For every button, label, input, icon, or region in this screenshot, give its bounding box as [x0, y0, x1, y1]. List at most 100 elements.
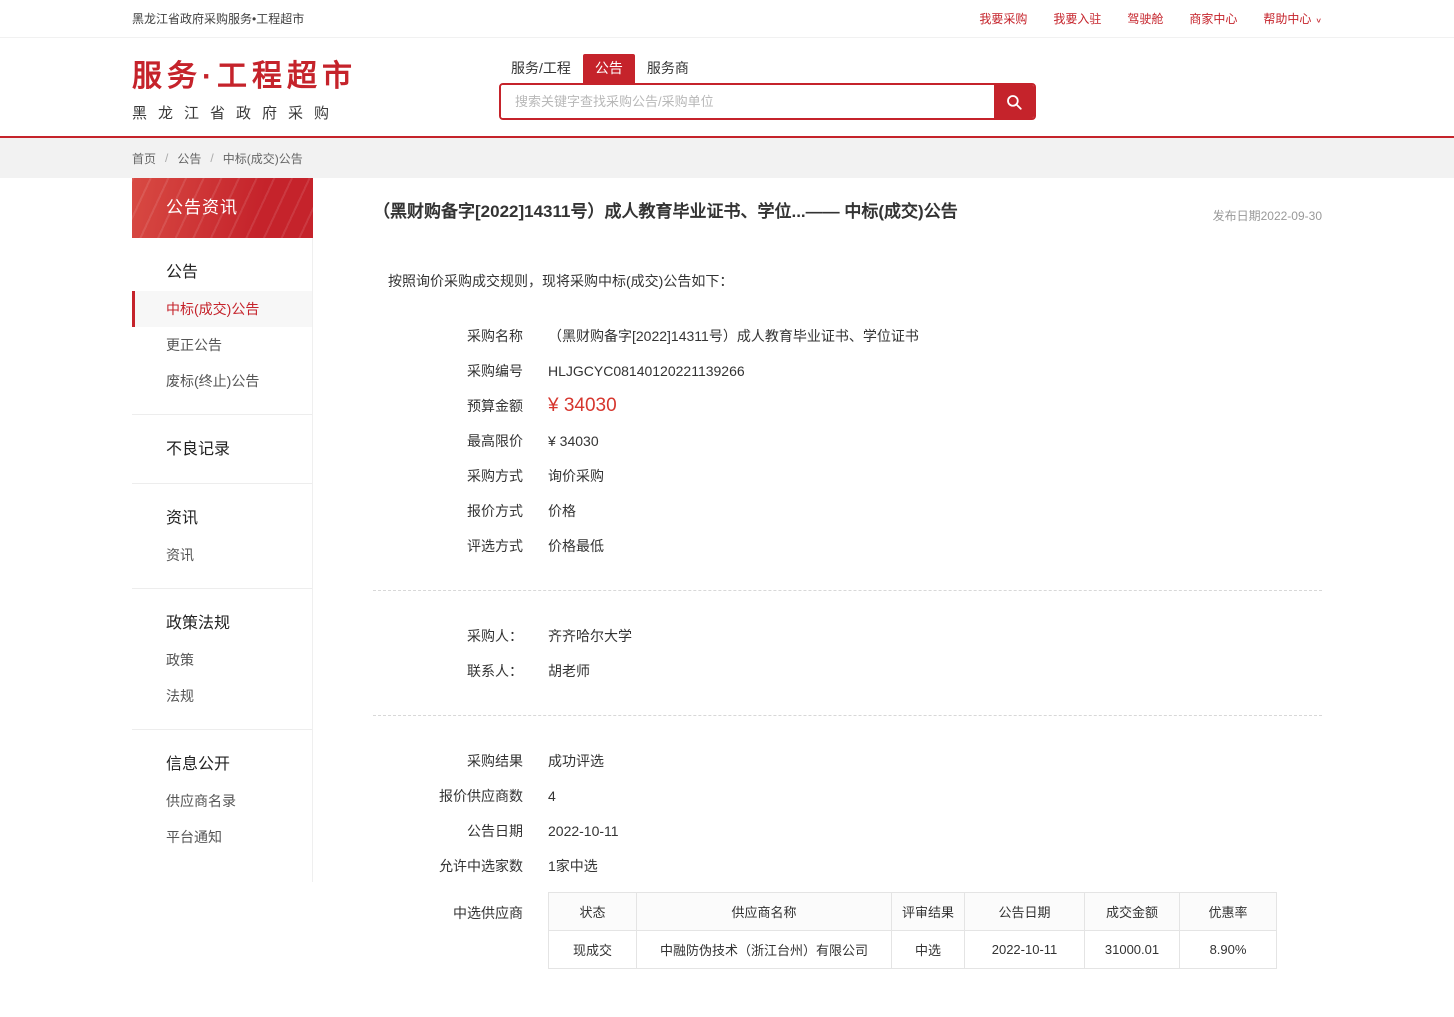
sidebar-header: 公告资讯: [132, 178, 313, 238]
site-logo[interactable]: 服务·工程超市 黑龙江省政府采购: [132, 51, 357, 123]
topbar-link-i-want-to-buy[interactable]: 我要采购: [979, 10, 1027, 27]
col-header-discount-rate: 优惠率: [1180, 892, 1277, 930]
site-title: 黑龙江省政府采购服务•工程超市: [132, 10, 304, 27]
field-value: （黑财购备字[2022]14311号）成人教育毕业证书、学位证书: [548, 326, 919, 346]
field-value: 1家中选: [548, 856, 598, 876]
field-row-announcement-date: 公告日期 2022-10-11: [373, 814, 1322, 849]
topbar-link-help-center[interactable]: 帮助中心∨: [1263, 10, 1322, 27]
cell-status: 现成交: [549, 930, 637, 968]
announcement-article: （黑财购备字[2022]14311号）成人教育毕业证书、学位...—— 中标(成…: [313, 178, 1322, 999]
sidebar-item-correction-announcements[interactable]: 更正公告: [132, 327, 312, 363]
field-label: 评选方式: [373, 536, 523, 556]
field-label: 报价方式: [373, 501, 523, 521]
sidebar-section-title-information-disclosure[interactable]: 信息公开: [132, 730, 312, 783]
logo-main-text: 服务·工程超市: [132, 51, 357, 95]
section-divider: [373, 715, 1322, 716]
topbar-link-cockpit[interactable]: 驾驶舱: [1127, 10, 1163, 27]
field-label: 采购结果: [373, 751, 523, 771]
search-input[interactable]: [501, 85, 994, 118]
field-row-budget-amount: 预算金额 ¥ 34030: [373, 389, 1322, 424]
article-head: （黑财购备字[2022]14311号）成人教育毕业证书、学位...—— 中标(成…: [373, 192, 1322, 225]
breadcrumb-separator: /: [165, 151, 168, 165]
field-label: 报价供应商数: [373, 786, 523, 806]
field-value: 4: [548, 788, 556, 804]
topbar-link-merchant-center[interactable]: 商家中心: [1189, 10, 1237, 27]
field-row-procurement-number: 采购编号 HLJGCYC08140120221139266: [373, 354, 1322, 389]
topbar-link-join-us[interactable]: 我要入驻: [1053, 10, 1101, 27]
field-label: 采购人：: [373, 626, 523, 646]
sidebar-section-policies: 政策法规 政策 法规: [132, 589, 312, 730]
topbar: 黑龙江省政府采购服务•工程超市 我要采购 我要入驻 驾驶舱 商家中心 帮助中心∨: [0, 0, 1454, 38]
field-value: 2022-10-11: [548, 823, 619, 839]
col-header-announcement-date: 公告日期: [965, 892, 1085, 930]
sidebar-section-announcements: 公告 中标(成交)公告 更正公告 废标(终止)公告: [132, 238, 312, 415]
tab-announcements[interactable]: 公告: [583, 54, 635, 83]
sidebar-item-news[interactable]: 资讯: [132, 537, 312, 573]
logo-sub-text: 黑龙江省政府采购: [132, 102, 357, 123]
sidebar: 公告资讯 公告 中标(成交)公告 更正公告 废标(终止)公告 不良记录 资讯 资…: [132, 178, 313, 882]
purchaser-info-group: 采购人： 齐齐哈尔大学 联系人： 胡老师: [373, 619, 1322, 689]
field-row-bidder-count: 报价供应商数 4: [373, 779, 1322, 814]
sidebar-section-title-announcements[interactable]: 公告: [132, 238, 312, 291]
sidebar-menu: 公告 中标(成交)公告 更正公告 废标(终止)公告 不良记录 资讯 资讯 政策法…: [132, 238, 313, 882]
col-header-status: 状态: [549, 892, 637, 930]
field-label: 预算金额: [373, 396, 523, 416]
sidebar-item-award-announcements[interactable]: 中标(成交)公告: [132, 291, 312, 327]
sidebar-item-platform-notices[interactable]: 平台通知: [132, 819, 312, 855]
sidebar-section-title-news[interactable]: 资讯: [132, 484, 312, 537]
search-area: 服务/工程 公告 服务商: [499, 54, 1036, 120]
search-button[interactable]: [994, 85, 1034, 118]
cell-discount-rate: 8.90%: [1180, 930, 1277, 968]
sidebar-section-title-bad-records[interactable]: 不良记录: [132, 415, 312, 468]
field-row-purchaser: 采购人： 齐齐哈尔大学: [373, 619, 1322, 654]
field-value: ¥ 34030: [548, 433, 599, 449]
field-row-allowed-winners: 允许中选家数 1家中选: [373, 849, 1322, 884]
field-label: 采购方式: [373, 466, 523, 486]
search-icon: [1005, 93, 1023, 111]
field-row-quote-method: 报价方式 价格: [373, 494, 1322, 529]
sidebar-item-regulations[interactable]: 法规: [132, 678, 312, 714]
col-header-review-result: 评审结果: [892, 892, 965, 930]
field-row-winning-supplier: 中选供应商 状态 供应商名称 评审结果 公告日期 成交金额 优惠率: [373, 892, 1322, 969]
field-label: 公告日期: [373, 821, 523, 841]
field-row-evaluation-method: 评选方式 价格最低: [373, 529, 1322, 564]
field-value: 询价采购: [548, 466, 604, 486]
field-label: 采购名称: [373, 326, 523, 346]
breadcrumb-home[interactable]: 首页: [132, 150, 156, 167]
field-row-procurement-result: 采购结果 成功评选: [373, 744, 1322, 779]
sidebar-item-cancelled-announcements[interactable]: 废标(终止)公告: [132, 363, 312, 399]
cell-deal-amount: 31000.01: [1085, 930, 1180, 968]
result-info-group: 采购结果 成功评选 报价供应商数 4 公告日期 2022-10-11 允许中选家…: [373, 744, 1322, 969]
intro-text: 按照询价采购成交规则，现将采购中标(成交)公告如下：: [388, 271, 1322, 291]
breadcrumb: 首页 / 公告 / 中标(成交)公告: [132, 138, 1322, 178]
tab-service-providers[interactable]: 服务商: [635, 54, 701, 83]
sidebar-section-news: 资讯 资讯: [132, 484, 312, 589]
breadcrumb-announcements[interactable]: 公告: [177, 150, 201, 167]
field-label: 中选供应商: [373, 892, 523, 923]
breadcrumb-bar: 首页 / 公告 / 中标(成交)公告: [0, 138, 1454, 178]
supplier-table: 状态 供应商名称 评审结果 公告日期 成交金额 优惠率 现成交 中融防伪技术（浙…: [548, 892, 1277, 969]
chevron-down-icon: ∨: [1315, 16, 1322, 24]
field-value: 齐齐哈尔大学: [548, 626, 632, 646]
field-row-procurement-method: 采购方式 询价采购: [373, 459, 1322, 494]
topbar-links: 我要采购 我要入驻 驾驶舱 商家中心 帮助中心∨: [979, 10, 1322, 27]
field-row-contact-person: 联系人： 胡老师: [373, 654, 1322, 689]
col-header-deal-amount: 成交金额: [1085, 892, 1180, 930]
field-row-max-price: 最高限价 ¥ 34030: [373, 424, 1322, 459]
page-title: （黑财购备字[2022]14311号）成人教育毕业证书、学位...—— 中标(成…: [373, 200, 958, 225]
tab-services-projects[interactable]: 服务/工程: [499, 54, 583, 83]
sidebar-section-title-policies[interactable]: 政策法规: [132, 589, 312, 642]
supplier-table-header-row: 状态 供应商名称 评审结果 公告日期 成交金额 优惠率: [549, 892, 1277, 930]
table-row: 现成交 中融防伪技术（浙江台州）有限公司 中选 2022-10-11 31000…: [549, 930, 1277, 968]
sidebar-item-supplier-directory[interactable]: 供应商名录: [132, 783, 312, 819]
field-value: 价格: [548, 501, 576, 521]
budget-amount-value: ¥ 34030: [548, 395, 617, 417]
search-tabs: 服务/工程 公告 服务商: [499, 54, 1036, 83]
cell-announcement-date: 2022-10-11: [965, 930, 1085, 968]
field-label: 联系人：: [373, 661, 523, 681]
sidebar-item-policy[interactable]: 政策: [132, 642, 312, 678]
field-label: 最高限价: [373, 431, 523, 451]
procurement-info-group: 采购名称 （黑财购备字[2022]14311号）成人教育毕业证书、学位证书 采购…: [373, 319, 1322, 564]
search-box: [499, 83, 1036, 120]
cell-review-result: 中选: [892, 930, 965, 968]
